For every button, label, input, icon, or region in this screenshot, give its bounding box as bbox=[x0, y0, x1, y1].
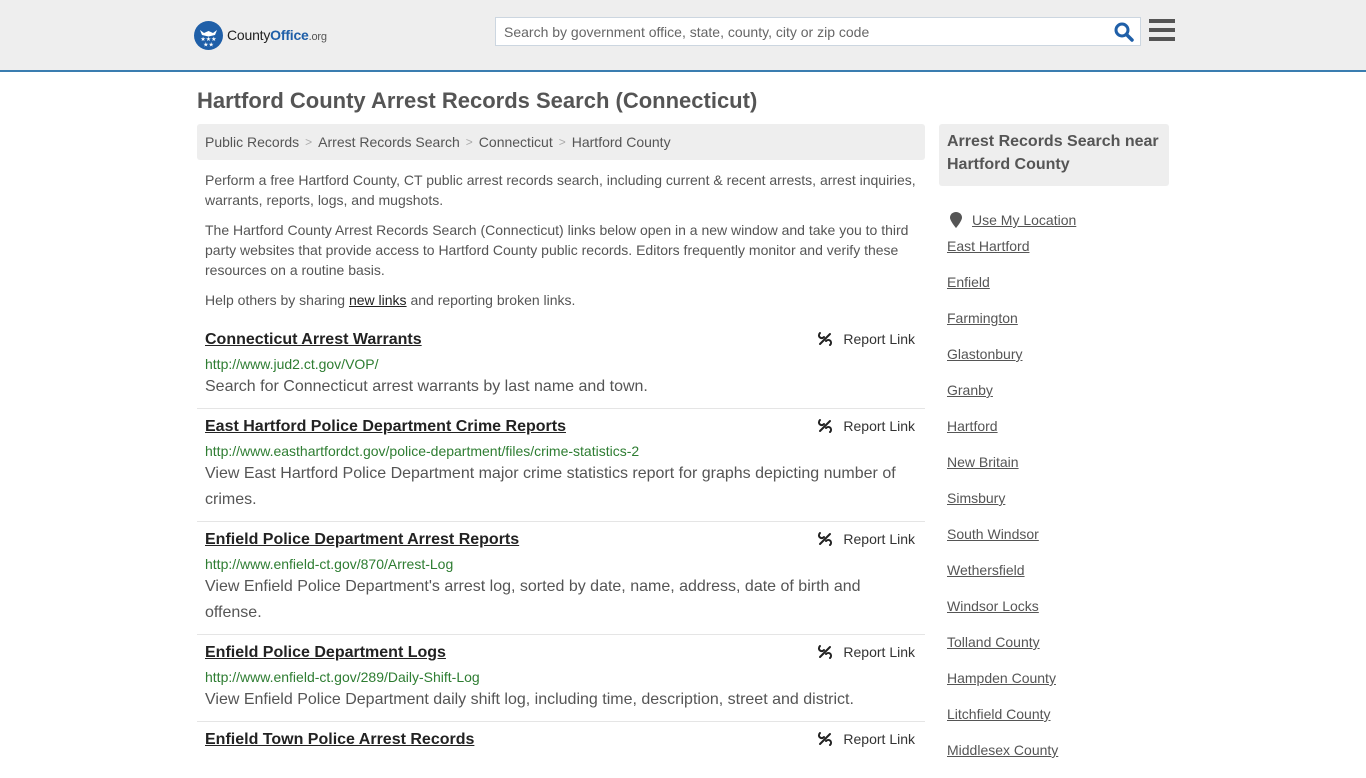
broken-link-icon bbox=[818, 532, 833, 546]
sidebar-link-item: Middlesex County bbox=[947, 742, 1169, 778]
breadcrumb-separator: > bbox=[558, 135, 566, 149]
intro-paragraph-2: The Hartford County Arrest Records Searc… bbox=[205, 222, 909, 278]
sidebar-link-glastonbury[interactable]: Glastonbury bbox=[947, 346, 1022, 362]
sidebar-link-new-britain[interactable]: New Britain bbox=[947, 454, 1019, 470]
breadcrumb-separator: > bbox=[465, 135, 473, 149]
result-url[interactable]: http://www.easthartfordct.gov/police-dep… bbox=[205, 441, 917, 461]
sidebar-link-item: Granby bbox=[947, 382, 1169, 418]
report-link-button[interactable]: Report Link bbox=[817, 331, 915, 347]
report-link-button[interactable]: Report Link bbox=[817, 644, 915, 660]
map-pin-icon bbox=[950, 212, 962, 228]
result-item: Enfield Police Department Logs Report Li… bbox=[197, 635, 925, 722]
report-link-button[interactable]: Report Link bbox=[817, 418, 915, 434]
result-title-link[interactable]: East Hartford Police Department Crime Re… bbox=[205, 417, 566, 437]
sidebar-link-item: Glastonbury bbox=[947, 346, 1169, 382]
result-item: Connecticut Arrest Warrants Report Link … bbox=[197, 322, 925, 409]
breadcrumb-hartford-county[interactable]: Hartford County bbox=[572, 134, 671, 150]
result-item: Enfield Police Department Arrest Reports… bbox=[197, 522, 925, 635]
sidebar-link-farmington[interactable]: Farmington bbox=[947, 310, 1018, 326]
search-box bbox=[495, 17, 1141, 46]
search-icon[interactable] bbox=[1114, 22, 1134, 42]
broken-link-icon bbox=[818, 332, 833, 346]
sidebar-link-simsbury[interactable]: Simsbury bbox=[947, 490, 1005, 506]
nearby-links-list: Use My Location East Hartford Enfield Fa… bbox=[939, 202, 1169, 778]
report-link-label: Report Link bbox=[843, 331, 915, 347]
site-logo[interactable]: ★★★ ★★ CountyOffice.org bbox=[194, 20, 327, 50]
sidebar-link-item: Farmington bbox=[947, 310, 1169, 346]
logo-org: .org bbox=[308, 31, 327, 43]
report-link-label: Report Link bbox=[843, 731, 915, 747]
result-title-link[interactable]: Connecticut Arrest Warrants bbox=[205, 330, 422, 350]
intro-paragraph-1: Perform a free Hartford County, CT publi… bbox=[205, 172, 916, 208]
sidebar-link-hampden-county[interactable]: Hampden County bbox=[947, 670, 1056, 686]
sidebar-link-enfield[interactable]: Enfield bbox=[947, 274, 990, 290]
sidebar-link-item: Simsbury bbox=[947, 490, 1169, 526]
result-url[interactable]: http://www.jud2.ct.gov/VOP/ bbox=[205, 354, 917, 374]
breadcrumb-separator: > bbox=[305, 135, 313, 149]
result-item: East Hartford Police Department Crime Re… bbox=[197, 409, 925, 522]
sidebar-heading: Arrest Records Search near Hartford Coun… bbox=[939, 124, 1169, 186]
result-item: Enfield Town Police Arrest Records Repor… bbox=[197, 722, 925, 758]
result-description: Search for Connecticut arrest warrants b… bbox=[205, 378, 648, 395]
sidebar-link-tolland-county[interactable]: Tolland County bbox=[947, 634, 1040, 650]
breadcrumb-arrest-records-search[interactable]: Arrest Records Search bbox=[318, 134, 460, 150]
result-url[interactable]: http://www.enfield-ct.gov/870/Arrest-Log bbox=[205, 554, 917, 574]
intro-text: Help others by sharing bbox=[205, 292, 349, 308]
svg-text:★★: ★★ bbox=[203, 41, 214, 48]
sidebar-link-granby[interactable]: Granby bbox=[947, 382, 993, 398]
report-link-label: Report Link bbox=[843, 531, 915, 547]
result-title-link[interactable]: Enfield Police Department Arrest Reports bbox=[205, 530, 519, 550]
sidebar-link-item: East Hartford bbox=[947, 238, 1169, 274]
report-link-button[interactable]: Report Link bbox=[817, 531, 915, 547]
broken-link-icon bbox=[818, 732, 833, 746]
use-my-location-item: Use My Location bbox=[947, 202, 1169, 238]
report-link-label: Report Link bbox=[843, 644, 915, 660]
sidebar-link-item: Enfield bbox=[947, 274, 1169, 310]
result-description: View Enfield Police Department daily shi… bbox=[205, 691, 854, 708]
logo-office: Office bbox=[270, 27, 309, 43]
page-title: Hartford County Arrest Records Search (C… bbox=[197, 88, 758, 113]
eagle-stars-logo-icon: ★★★ ★★ bbox=[194, 20, 223, 50]
logo-county: County bbox=[227, 27, 271, 43]
sidebar-link-east-hartford[interactable]: East Hartford bbox=[947, 238, 1029, 254]
results-list: Connecticut Arrest Warrants Report Link … bbox=[197, 322, 925, 758]
broken-link-icon bbox=[818, 419, 833, 433]
result-url[interactable]: http://www.enfield-ct.gov/289/Daily-Shif… bbox=[205, 667, 917, 687]
sidebar-link-middlesex-county[interactable]: Middlesex County bbox=[947, 742, 1058, 758]
intro-paragraph-3: Help others by sharing new links and rep… bbox=[205, 290, 923, 310]
sidebar-link-wethersfield[interactable]: Wethersfield bbox=[947, 562, 1025, 578]
sidebar-link-item: South Windsor bbox=[947, 526, 1169, 562]
result-description: View Enfield Police Department's arrest … bbox=[205, 578, 861, 621]
sidebar-link-item: Litchfield County bbox=[947, 706, 1169, 742]
sidebar-link-south-windsor[interactable]: South Windsor bbox=[947, 526, 1039, 542]
hamburger-menu-icon[interactable] bbox=[1149, 19, 1175, 41]
report-link-label: Report Link bbox=[843, 418, 915, 434]
site-header: ★★★ ★★ CountyOffice.org bbox=[0, 0, 1366, 72]
use-my-location-link[interactable]: Use My Location bbox=[972, 212, 1076, 228]
breadcrumb-connecticut[interactable]: Connecticut bbox=[479, 134, 553, 150]
result-description: View East Hartford Police Department maj… bbox=[205, 465, 896, 508]
sidebar-link-item: Hampden County bbox=[947, 670, 1169, 706]
sidebar-link-litchfield-county[interactable]: Litchfield County bbox=[947, 706, 1051, 722]
breadcrumb-public-records[interactable]: Public Records bbox=[205, 134, 299, 150]
breadcrumb: Public Records > Arrest Records Search >… bbox=[197, 124, 925, 160]
sidebar-link-item: Windsor Locks bbox=[947, 598, 1169, 634]
intro-text: and reporting broken links. bbox=[406, 292, 576, 308]
sidebar-link-hartford[interactable]: Hartford bbox=[947, 418, 998, 434]
new-links-link[interactable]: new links bbox=[349, 292, 407, 308]
result-title-link[interactable]: Enfield Town Police Arrest Records bbox=[205, 730, 474, 750]
sidebar-link-item: Tolland County bbox=[947, 634, 1169, 670]
result-title-link[interactable]: Enfield Police Department Logs bbox=[205, 643, 446, 663]
nearby-sidebar: Arrest Records Search near Hartford Coun… bbox=[939, 124, 1169, 778]
sidebar-link-item: Hartford bbox=[947, 418, 1169, 454]
broken-link-icon bbox=[818, 645, 833, 659]
sidebar-link-item: Wethersfield bbox=[947, 562, 1169, 598]
sidebar-link-windsor-locks[interactable]: Windsor Locks bbox=[947, 598, 1039, 614]
search-input[interactable] bbox=[496, 18, 1106, 45]
sidebar-link-item: New Britain bbox=[947, 454, 1169, 490]
logo-wordmark: CountyOffice.org bbox=[227, 27, 327, 43]
report-link-button[interactable]: Report Link bbox=[817, 731, 915, 747]
